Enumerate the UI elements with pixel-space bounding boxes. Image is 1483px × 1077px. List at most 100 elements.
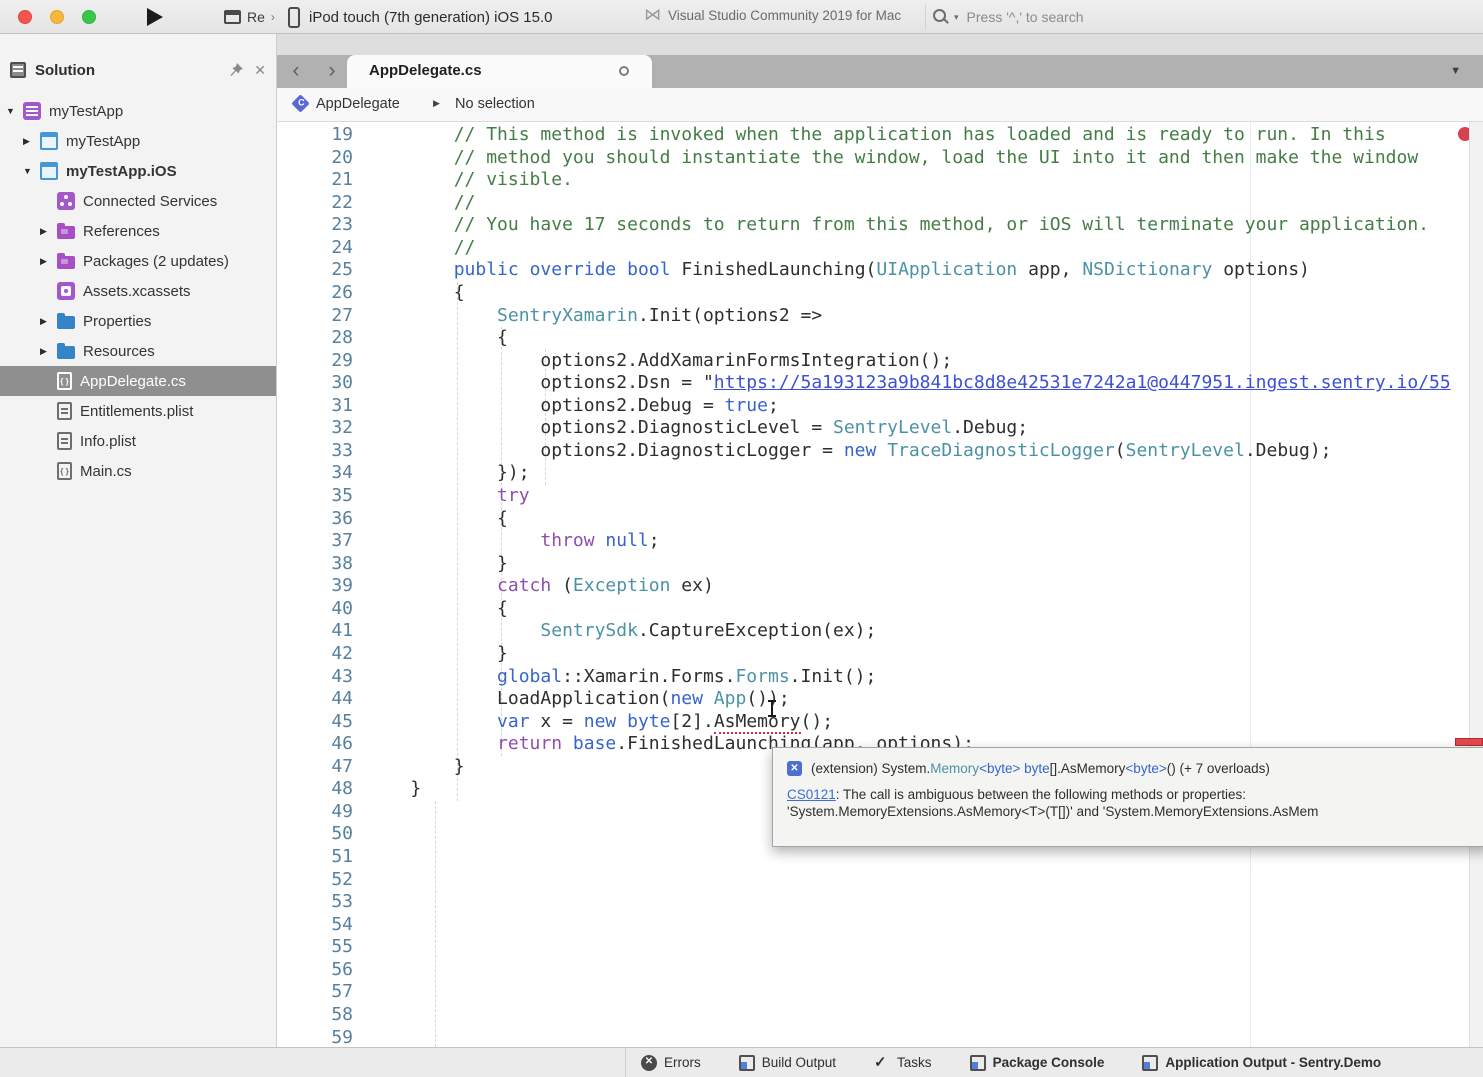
breadcrumb-selection[interactable]: No selection	[455, 96, 535, 112]
tree-item-label: Connected Services	[83, 193, 217, 210]
tree-item-label: Assets.xcassets	[83, 283, 191, 300]
line-code: });	[367, 462, 530, 485]
device-selector[interactable]: iPod touch (7th generation) iOS 15.0	[288, 5, 553, 29]
pin-icon[interactable]	[228, 62, 244, 78]
vs-mac-window: Re › iPod touch (7th generation) iOS 15.…	[0, 0, 1483, 1077]
code-line: 54	[277, 914, 1483, 937]
expander-arrow-icon[interactable]: ▶	[23, 136, 40, 147]
line-number: 57	[277, 981, 353, 1004]
pad-button-label: Tasks	[897, 1055, 932, 1070]
pad-button[interactable]: Errors	[641, 1055, 701, 1071]
tab-list-dropdown[interactable]: ▼	[1450, 55, 1461, 88]
tree-item[interactable]: ▶ Resources	[0, 336, 276, 366]
tree-item-icon	[57, 432, 72, 450]
expander-arrow-icon[interactable]: ▶	[40, 346, 57, 357]
line-code: options2.Dsn = "https://5a193123a9b841bc…	[367, 372, 1451, 395]
expander-arrow-icon[interactable]: ▶	[40, 316, 57, 327]
tree-item[interactable]: Assets.xcassets	[0, 276, 276, 306]
minimize-window-button[interactable]	[50, 10, 64, 24]
tree-item-label: Properties	[83, 313, 151, 330]
code-line: 19 // This method is invoked when the ap…	[277, 124, 1483, 147]
line-code: options2.Debug = true;	[367, 395, 779, 418]
tree-item-icon	[23, 102, 41, 120]
expander-arrow-icon[interactable]: ▶	[40, 256, 57, 267]
configuration-label: Re	[247, 9, 265, 25]
extension-method-icon: ✕	[787, 761, 802, 776]
tree-item[interactable]: AppDelegate.cs	[0, 366, 276, 396]
pad-button[interactable]: Tasks	[874, 1055, 932, 1071]
line-code: throw null;	[367, 530, 660, 553]
maximize-window-button[interactable]	[82, 10, 96, 24]
line-number: 33	[277, 440, 353, 463]
tree-item[interactable]: ▶ Packages (2 updates)	[0, 246, 276, 276]
code-line: 36 {	[277, 508, 1483, 531]
code-line: 38 }	[277, 553, 1483, 576]
code-line: 30 options2.Dsn = "https://5a193123a9b84…	[277, 372, 1483, 395]
tree-item[interactable]: ▼ myTestApp	[0, 96, 276, 126]
line-number: 44	[277, 688, 353, 711]
line-number: 26	[277, 282, 353, 305]
editor-scrollbar[interactable]	[1469, 122, 1483, 1047]
tree-item-label: Packages (2 updates)	[83, 253, 229, 270]
tab-appdelegate[interactable]: AppDelegate.cs	[347, 55, 652, 88]
code-line: 22 //	[277, 192, 1483, 215]
line-code: }	[367, 553, 508, 576]
code-line: 45 var x = new byte[2].AsMemory();	[277, 711, 1483, 734]
tree-item[interactable]: Info.plist	[0, 426, 276, 456]
line-code: // visible.	[367, 169, 573, 192]
pad-button-label: Application Output - Sentry.Demo	[1165, 1055, 1381, 1070]
divider	[625, 1048, 626, 1077]
line-number: 59	[277, 1027, 353, 1048]
navigate-forward-button[interactable]: ›	[317, 55, 347, 88]
line-number: 21	[277, 169, 353, 192]
tree-item[interactable]: Connected Services	[0, 186, 276, 216]
code-line: 44 LoadApplication(new App());	[277, 688, 1483, 711]
breadcrumb-class[interactable]: AppDelegate	[316, 96, 400, 112]
tree-item-icon	[57, 402, 72, 420]
code-line: 29 options2.AddXamarinFormsIntegration()…	[277, 350, 1483, 373]
navigate-back-button[interactable]: ‹	[281, 55, 311, 88]
line-code: {	[367, 282, 465, 305]
tree-item[interactable]: Main.cs	[0, 456, 276, 486]
line-code: {	[367, 508, 508, 531]
tree-item-label: myTestApp.iOS	[66, 163, 177, 180]
run-button[interactable]	[147, 8, 163, 26]
line-number: 52	[277, 869, 353, 892]
code-line: 35 try	[277, 485, 1483, 508]
pad-button[interactable]: Build Output	[739, 1055, 836, 1071]
tab-strip: ‹ › AppDelegate.cs ▼	[277, 34, 1483, 88]
pad-button-icon	[970, 1055, 986, 1071]
code-line: 56	[277, 959, 1483, 982]
line-number: 30	[277, 372, 353, 395]
expander-arrow-icon[interactable]: ▶	[40, 226, 57, 237]
code-line: 57	[277, 981, 1483, 1004]
tree-item[interactable]: ▶ myTestApp	[0, 126, 276, 156]
tree-item-label: Main.cs	[80, 463, 132, 480]
code-editor[interactable]: 19 // This method is invoked when the ap…	[277, 122, 1483, 1047]
tree-item[interactable]: ▶ Properties	[0, 306, 276, 336]
phone-icon	[288, 7, 300, 28]
tree-item[interactable]: Entitlements.plist	[0, 396, 276, 426]
close-icon[interactable]: ✕	[254, 62, 266, 79]
search-placeholder: Press '^,' to search	[967, 9, 1084, 25]
tree-item-label: Resources	[83, 343, 155, 360]
pad-button[interactable]: Package Console	[970, 1055, 1105, 1071]
code-line: 32 options2.DiagnosticLevel = SentryLeve…	[277, 417, 1483, 440]
code-line: 37 throw null;	[277, 530, 1483, 553]
titlebar: Re › iPod touch (7th generation) iOS 15.…	[0, 0, 1483, 34]
expander-arrow-icon[interactable]: ▼	[6, 106, 23, 116]
tree-item[interactable]: ▼ myTestApp.iOS	[0, 156, 276, 186]
line-number: 20	[277, 147, 353, 170]
solution-pad-icon	[10, 62, 26, 78]
tooltip-signature-row: ✕ (extension) System.Memory<byte> byte[]…	[787, 761, 1477, 776]
breadcrumb: AppDelegate ▶ No selection	[277, 88, 1483, 122]
search-input[interactable]: ▾ Press '^,' to search	[932, 5, 1472, 29]
close-window-button[interactable]	[18, 10, 32, 24]
pad-button[interactable]: Application Output - Sentry.Demo	[1142, 1055, 1381, 1071]
expander-arrow-icon[interactable]: ▼	[23, 166, 40, 176]
build-configuration-selector[interactable]: Re ›	[224, 6, 275, 28]
scrollbar-error-marker[interactable]	[1455, 738, 1483, 746]
pad-button-icon	[874, 1055, 890, 1071]
tree-item[interactable]: ▶ References	[0, 216, 276, 246]
line-number: 29	[277, 350, 353, 373]
